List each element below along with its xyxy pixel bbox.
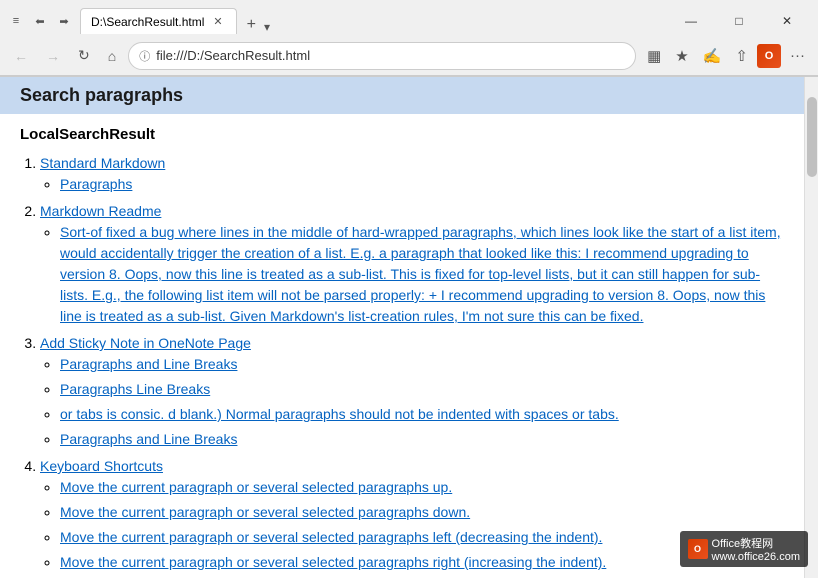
back-icon-sm[interactable]: ⬅ bbox=[32, 13, 48, 29]
watermark-text: Office教程网 www.office26.com bbox=[712, 535, 800, 563]
address-input-wrap[interactable]: ⓘ file:///D:/SearchResult.html bbox=[128, 42, 636, 70]
sub-list-3: Paragraphs and Line Breaks Paragraphs Li… bbox=[60, 354, 784, 450]
list-item: or tabs is consic. d blank.) Normal para… bbox=[60, 404, 784, 425]
browser-chrome: ≡ ⬅ ➡ D:\SearchResult.html ✕ + ▾ — □ ✕ ←… bbox=[0, 0, 818, 77]
result-link-4[interactable]: Keyboard Shortcuts bbox=[40, 458, 163, 474]
sub-link-2-1[interactable]: Sort-of fixed a bug where lines in the m… bbox=[60, 224, 781, 324]
new-tab-btn[interactable]: + bbox=[241, 16, 262, 34]
list-item: Markdown Readme Sort-of fixed a bug wher… bbox=[40, 201, 784, 327]
list-item: Move the current paragraph or several se… bbox=[60, 527, 784, 548]
sub-list-4: Move the current paragraph or several se… bbox=[60, 477, 784, 578]
sub-link-3-1[interactable]: Paragraphs and Line Breaks bbox=[60, 356, 237, 372]
sub-link-4-1[interactable]: Move the current paragraph or several se… bbox=[60, 479, 452, 495]
list-item: Keyboard Shortcuts Move the current para… bbox=[40, 456, 784, 578]
lock-icon: ⓘ bbox=[139, 48, 150, 64]
active-tab[interactable]: D:\SearchResult.html ✕ bbox=[80, 8, 237, 34]
window-controls-left: ≡ ⬅ ➡ bbox=[8, 13, 72, 29]
list-item: Paragraphs and Line Breaks bbox=[60, 429, 784, 450]
result-list: Standard Markdown Paragraphs Markdown Re… bbox=[40, 153, 784, 578]
sub-link-4-2[interactable]: Move the current paragraph or several se… bbox=[60, 504, 470, 520]
sub-link-4-3[interactable]: Move the current paragraph or several se… bbox=[60, 529, 602, 545]
list-item: Paragraphs and Line Breaks bbox=[60, 354, 784, 375]
result-link-2[interactable]: Markdown Readme bbox=[40, 203, 161, 219]
list-item: Paragraphs bbox=[60, 174, 784, 195]
tab-bar: D:\SearchResult.html ✕ + ▾ bbox=[80, 8, 668, 34]
result-link-1[interactable]: Standard Markdown bbox=[40, 155, 165, 171]
list-item: Standard Markdown Paragraphs bbox=[40, 153, 784, 195]
list-item: Add Sticky Note in OneNote Page Paragrap… bbox=[40, 333, 784, 450]
scroll-thumb[interactable] bbox=[807, 97, 817, 177]
window-controls-right: — □ ✕ bbox=[668, 6, 810, 36]
more-btn[interactable]: ··· bbox=[785, 43, 810, 68]
sub-link-4-4[interactable]: Move the current paragraph or several se… bbox=[60, 554, 606, 570]
minimize-btn[interactable]: — bbox=[668, 6, 714, 36]
list-item: Move the current paragraph or several se… bbox=[60, 552, 784, 573]
forward-btn[interactable]: → bbox=[40, 44, 66, 68]
list-item: Sort-of fixed a bug where lines in the m… bbox=[60, 222, 784, 327]
toolbar-icons: ▦ ★ ✍ ⇧ O ··· bbox=[642, 43, 810, 69]
main-content: Search paragraphs LocalSearchResult Stan… bbox=[0, 77, 804, 578]
result-title: LocalSearchResult bbox=[20, 126, 784, 143]
list-item: Move the current paragraph or several se… bbox=[60, 502, 784, 523]
sub-list-2: Sort-of fixed a bug where lines in the m… bbox=[60, 222, 784, 327]
address-text: file:///D:/SearchResult.html bbox=[156, 48, 625, 63]
result-link-3[interactable]: Add Sticky Note in OneNote Page bbox=[40, 335, 251, 351]
share-btn[interactable]: ⇧ bbox=[730, 43, 753, 69]
tab-dropdown-btn[interactable]: ▾ bbox=[264, 20, 270, 34]
page-header: Search paragraphs bbox=[0, 77, 804, 114]
home-btn[interactable]: ⌂ bbox=[102, 44, 122, 68]
reading-view-btn[interactable]: ▦ bbox=[642, 43, 666, 69]
list-item: Move the current paragraph or several se… bbox=[60, 477, 784, 498]
favorites-btn[interactable]: ★ bbox=[670, 43, 693, 69]
watermark: O Office教程网 www.office26.com bbox=[680, 531, 808, 567]
maximize-btn[interactable]: □ bbox=[716, 6, 762, 36]
refresh-btn[interactable]: ↻ bbox=[72, 43, 96, 68]
web-notes-btn[interactable]: ✍ bbox=[698, 43, 727, 69]
forward-icon-sm[interactable]: ➡ bbox=[56, 13, 72, 29]
watermark-office-icon: O bbox=[688, 539, 708, 559]
office-icon[interactable]: O bbox=[757, 44, 781, 68]
page-title: Search paragraphs bbox=[20, 85, 784, 106]
scrollbar[interactable] bbox=[804, 77, 818, 578]
address-bar: ← → ↻ ⌂ ⓘ file:///D:/SearchResult.html ▦… bbox=[0, 36, 818, 76]
sub-list-1: Paragraphs bbox=[60, 174, 784, 195]
sub-link-1-1[interactable]: Paragraphs bbox=[60, 176, 132, 192]
close-btn[interactable]: ✕ bbox=[764, 6, 810, 36]
tab-close-btn[interactable]: ✕ bbox=[210, 14, 225, 29]
system-menu-btn[interactable]: ≡ bbox=[8, 13, 24, 29]
sub-link-3-2[interactable]: Paragraphs Line Breaks bbox=[60, 381, 210, 397]
list-item: Paragraphs Line Breaks bbox=[60, 379, 784, 400]
tab-title: D:\SearchResult.html bbox=[91, 15, 204, 29]
page-content: Search paragraphs LocalSearchResult Stan… bbox=[0, 77, 818, 578]
sub-link-3-4[interactable]: Paragraphs and Line Breaks bbox=[60, 431, 237, 447]
back-btn[interactable]: ← bbox=[8, 44, 34, 68]
title-bar: ≡ ⬅ ➡ D:\SearchResult.html ✕ + ▾ — □ ✕ bbox=[0, 0, 818, 36]
sub-link-3-3[interactable]: or tabs is consic. d blank.) Normal para… bbox=[60, 406, 619, 422]
